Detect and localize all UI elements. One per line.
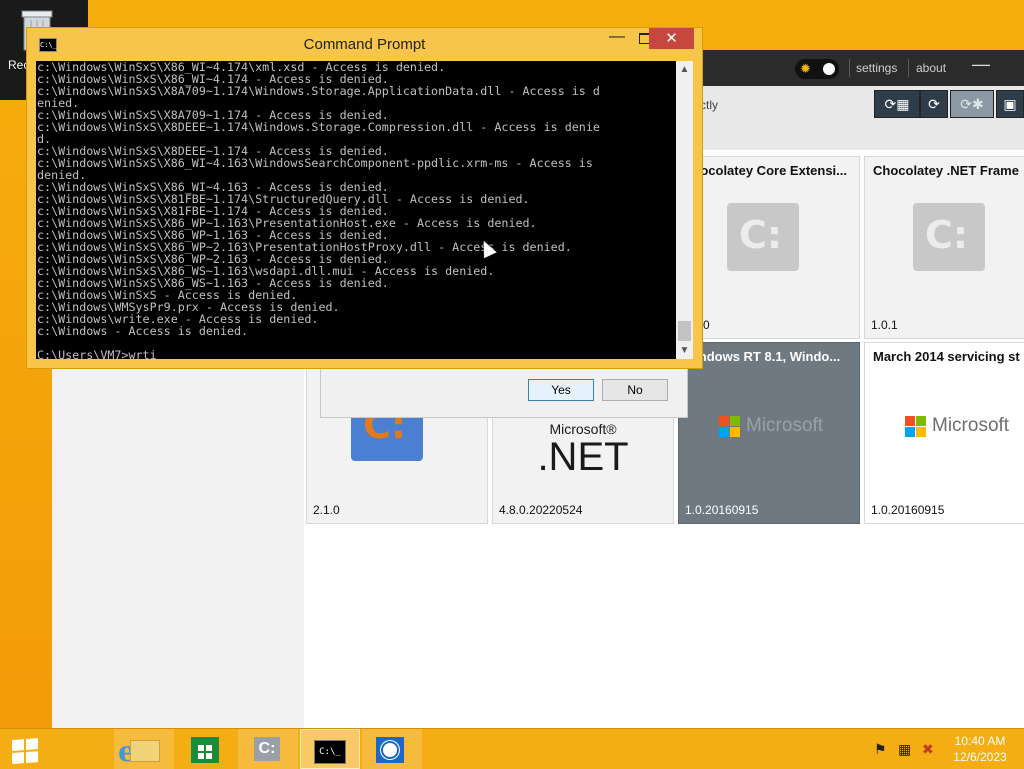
chocolatey-logo-icon: C: bbox=[913, 203, 985, 271]
command-prompt-window[interactable]: C:\_ Command Prompt — ✕ c:\Windows\WinSx… bbox=[26, 27, 703, 369]
update-all-button[interactable]: ⟳✱ bbox=[950, 90, 994, 118]
chocolatey-icon: C: bbox=[254, 737, 280, 761]
volume-muted-icon[interactable]: ✖ bbox=[922, 741, 934, 758]
title-separator bbox=[849, 59, 850, 77]
package-tile[interactable]: March 2014 servicing st Microsoft 1.0.20… bbox=[864, 342, 1024, 524]
save-icon: ▣ bbox=[1003, 96, 1017, 112]
taskbar-chocolatey-gui[interactable]: C: bbox=[238, 729, 298, 769]
toggle-knob bbox=[823, 63, 835, 75]
choco-minimize-button[interactable]: — bbox=[972, 54, 990, 75]
chocolatey-logo-icon: C: bbox=[727, 203, 799, 271]
refresh-grid-icon: ⟳▦ bbox=[884, 96, 910, 112]
window-title: Command Prompt bbox=[303, 36, 426, 53]
package-version: 1.0.20160915 bbox=[685, 503, 759, 517]
scroll-thumb[interactable] bbox=[678, 321, 691, 341]
taskbar-settings-app[interactable] bbox=[362, 729, 422, 769]
theme-toggle[interactable]: ✹ bbox=[795, 59, 839, 79]
command-prompt-icon: C:\_ bbox=[314, 740, 346, 764]
microsoft-logo-icon: Microsoft bbox=[719, 415, 823, 437]
console-text: c:\Windows\WinSxS\X86_WI~4.174\xml.xsd -… bbox=[37, 61, 600, 359]
clock-date: 12/6/2023 bbox=[953, 750, 1007, 764]
package-version: 2.1.0 bbox=[313, 503, 340, 517]
title-separator bbox=[908, 59, 909, 77]
folder-icon bbox=[130, 740, 160, 762]
confirm-dialog: Yes No bbox=[320, 366, 688, 418]
store-icon bbox=[191, 737, 219, 763]
yes-button[interactable]: Yes bbox=[528, 379, 594, 401]
clock-time: 10:40 AM bbox=[954, 734, 1006, 748]
package-version: 4.8.0.20220524 bbox=[499, 503, 583, 517]
scroll-up-arrow-icon[interactable]: ▲ bbox=[676, 61, 693, 78]
taskbar-store[interactable] bbox=[176, 729, 236, 769]
package-tile[interactable]: Windows RT 8.1, Windo... Microsoft 1.0.2… bbox=[678, 342, 860, 524]
taskbar-command-prompt[interactable]: C:\_ bbox=[300, 729, 360, 769]
about-link[interactable]: about bbox=[916, 61, 946, 75]
taskbar-internet-explorer[interactable]: e bbox=[52, 729, 136, 769]
no-button[interactable]: No bbox=[602, 379, 668, 401]
minimize-button[interactable]: — bbox=[603, 28, 631, 50]
package-version: 1.0.20160915 bbox=[871, 503, 945, 517]
scroll-down-arrow-icon[interactable]: ▼ bbox=[676, 342, 693, 359]
dotnet-logo-icon: Microsoft® .NET bbox=[537, 421, 629, 479]
refresh-icon: ⟳ bbox=[928, 96, 940, 112]
package-title: March 2014 servicing st bbox=[873, 349, 1020, 364]
refresh-all-tiles-button[interactable]: ⟳▦ bbox=[874, 90, 920, 118]
taskbar: e C: C:\_ ⚑ ▦ ✖ 10:40 AM 12/6/2023 bbox=[0, 728, 1024, 769]
package-tile[interactable]: Chocolatey .NET Frame C: 1.0.1 bbox=[864, 156, 1024, 339]
settings-link[interactable]: settings bbox=[856, 61, 897, 75]
start-button[interactable] bbox=[0, 729, 60, 769]
package-title: Chocolatey .NET Frame bbox=[873, 163, 1019, 178]
package-tile[interactable]: Chocolatey Core Extensi... C: 0 bbox=[678, 156, 860, 339]
close-button[interactable]: ✕ bbox=[649, 28, 694, 49]
action-center-flag-icon[interactable]: ⚑ bbox=[874, 741, 887, 758]
taskbar-clock[interactable]: 10:40 AM 12/6/2023 bbox=[948, 733, 1012, 765]
refresh-star-icon: ⟳✱ bbox=[960, 96, 984, 112]
package-version: 1.0.1 bbox=[871, 318, 898, 332]
windows-logo-icon bbox=[12, 738, 40, 764]
package-version: 0 bbox=[703, 318, 710, 332]
package-title: Chocolatey Core Extensi... bbox=[683, 163, 847, 178]
sun-app-icon bbox=[376, 737, 404, 763]
microsoft-logo-icon: Microsoft bbox=[905, 415, 1009, 437]
sun-icon: ✹ bbox=[800, 61, 811, 76]
vertical-scrollbar[interactable]: ▲ ▼ bbox=[676, 61, 693, 359]
package-title: Windows RT 8.1, Windo... bbox=[683, 349, 841, 364]
save-button[interactable]: ▣ bbox=[996, 90, 1024, 118]
taskbar-file-explorer[interactable] bbox=[114, 729, 174, 769]
refresh-button[interactable]: ⟳ bbox=[920, 90, 948, 118]
console-output[interactable]: c:\Windows\WinSxS\X86_WI~4.174\xml.xsd -… bbox=[36, 61, 676, 359]
network-icon[interactable]: ▦ bbox=[898, 741, 911, 758]
